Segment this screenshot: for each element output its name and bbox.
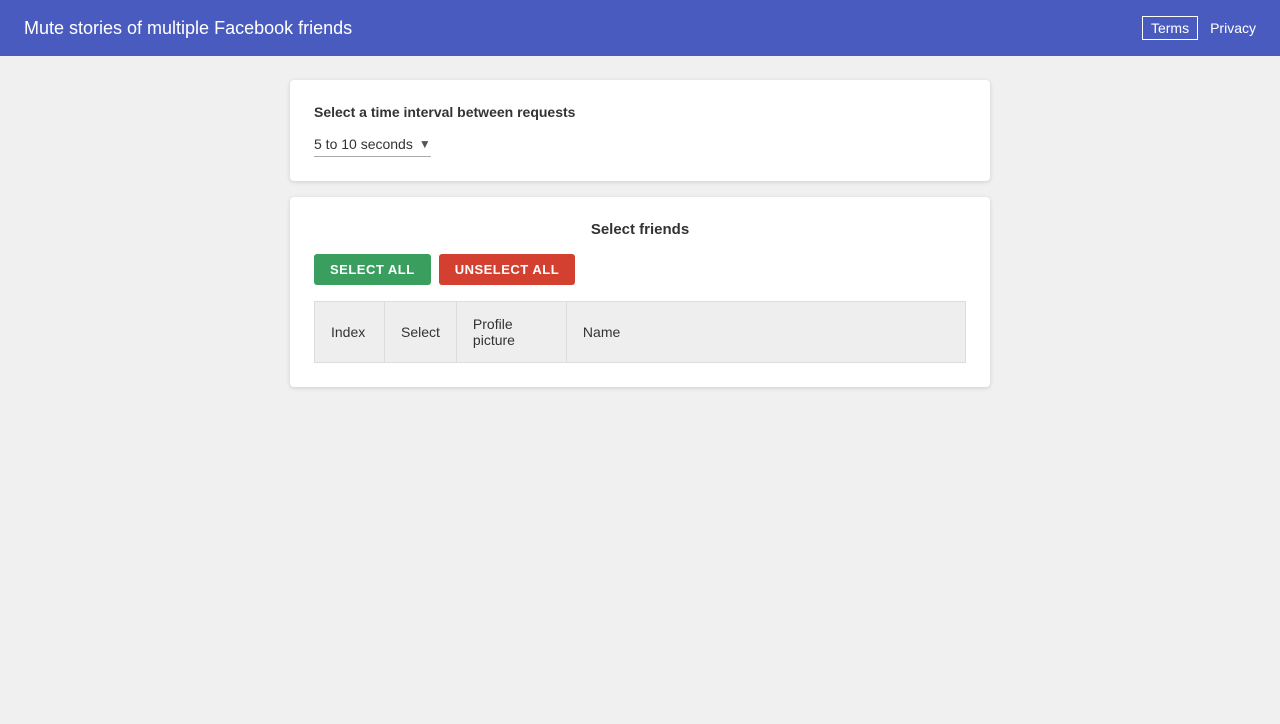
- main-content: Select a time interval between requests …: [0, 56, 1280, 411]
- unselect-all-button[interactable]: UNSELECT ALL: [439, 254, 575, 285]
- time-interval-value: 5 to 10 seconds: [314, 136, 413, 152]
- col-header-index: Index: [315, 302, 385, 363]
- select-all-button[interactable]: SELECT ALL: [314, 254, 431, 285]
- terms-link[interactable]: Terms: [1142, 16, 1198, 40]
- privacy-link[interactable]: Privacy: [1210, 20, 1256, 36]
- time-interval-card: Select a time interval between requests …: [290, 80, 990, 181]
- button-row: SELECT ALL UNSELECT ALL: [314, 254, 966, 285]
- page-title: Mute stories of multiple Facebook friend…: [24, 18, 352, 39]
- col-header-select: Select: [385, 302, 457, 363]
- friends-card: Select friends SELECT ALL UNSELECT ALL I…: [290, 197, 990, 387]
- col-header-profile-picture: Profile picture: [456, 302, 566, 363]
- col-header-name: Name: [566, 302, 965, 363]
- friends-card-title: Select friends: [314, 221, 966, 238]
- header: Mute stories of multiple Facebook friend…: [0, 0, 1280, 56]
- time-interval-label: Select a time interval between requests: [314, 104, 966, 120]
- time-interval-dropdown[interactable]: 5 to 10 seconds ▼: [314, 136, 431, 157]
- chevron-down-icon: ▼: [419, 137, 431, 151]
- header-links: Terms Privacy: [1142, 16, 1256, 40]
- table-header-row: Index Select Profile picture Name: [315, 302, 966, 363]
- friends-table: Index Select Profile picture Name: [314, 301, 966, 363]
